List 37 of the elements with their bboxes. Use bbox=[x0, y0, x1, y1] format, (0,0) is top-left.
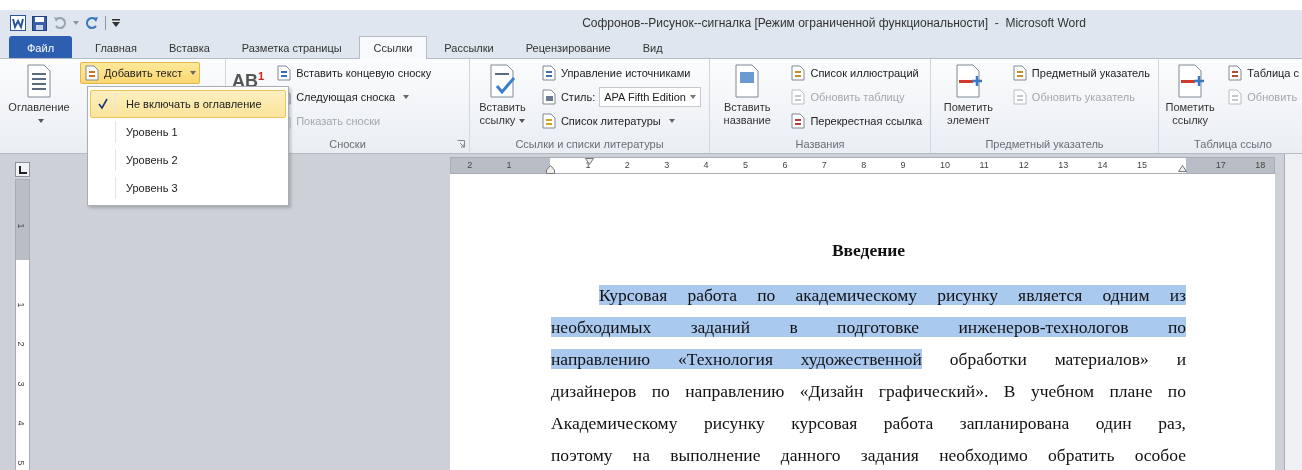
ruler-number: 1 bbox=[16, 223, 26, 228]
text-line: поэтому на выполнение данного задания необходимо обратить особое bbox=[551, 444, 1186, 467]
ruler-number: 5 bbox=[16, 460, 26, 465]
ruler-number: 15 bbox=[1137, 160, 1147, 170]
document-heading: Введение bbox=[830, 240, 907, 261]
ruler-number: 2 bbox=[467, 160, 473, 170]
ruler-number: 2 bbox=[624, 160, 630, 170]
ruler-number: 1 bbox=[16, 302, 26, 307]
ruler-number: 13 bbox=[1058, 160, 1069, 170]
ruler-number: 3 bbox=[664, 160, 670, 170]
ruler-number: 10 bbox=[940, 160, 950, 170]
window-title: Софронов--Рисунок--сигналка [Режим ограниченной функциональности] - Microsoft Word bbox=[581, 16, 1087, 30]
ruler-number: 1 bbox=[506, 160, 512, 170]
ruler-number: 11 bbox=[979, 160, 989, 170]
ruler-number: 18 bbox=[1255, 160, 1266, 170]
group-label: Таблица ссыло bbox=[1194, 138, 1272, 150]
group-label: Ссылки и списки литературы bbox=[515, 138, 664, 150]
ruler-number: 17 bbox=[1215, 160, 1226, 170]
ruler-number: 6 bbox=[782, 160, 788, 170]
ruler-number: 7 bbox=[821, 160, 827, 170]
ruler-number: 9 bbox=[900, 160, 906, 170]
text-line: дизайнеров по направлению «Дизайн графический». В учебном плане по bbox=[551, 380, 1186, 403]
ruler-number: 4 bbox=[703, 160, 709, 170]
text-line: Академическому рисунку курсовая работа запланирована один раз, bbox=[551, 412, 1186, 435]
ruler-number: 14 bbox=[1097, 160, 1108, 170]
ruler-number: 4 bbox=[16, 420, 26, 426]
ruler-number: 12 bbox=[1018, 160, 1029, 170]
ruler-number: 8 bbox=[861, 160, 867, 170]
style-label: Стиль: bbox=[560, 91, 596, 103]
ruler-number: 2 bbox=[16, 341, 26, 347]
group-label: Названия bbox=[795, 138, 845, 150]
group-label: Предметный указатель bbox=[985, 138, 1104, 150]
ruler-number: 3 bbox=[16, 381, 26, 386]
ruler-number: 5 bbox=[743, 160, 748, 170]
ruler-number: 1 bbox=[585, 160, 591, 170]
text-line: направлению «Технология художественной обработки материалов» и bbox=[551, 348, 1186, 371]
group-label: Сноски bbox=[329, 138, 366, 150]
